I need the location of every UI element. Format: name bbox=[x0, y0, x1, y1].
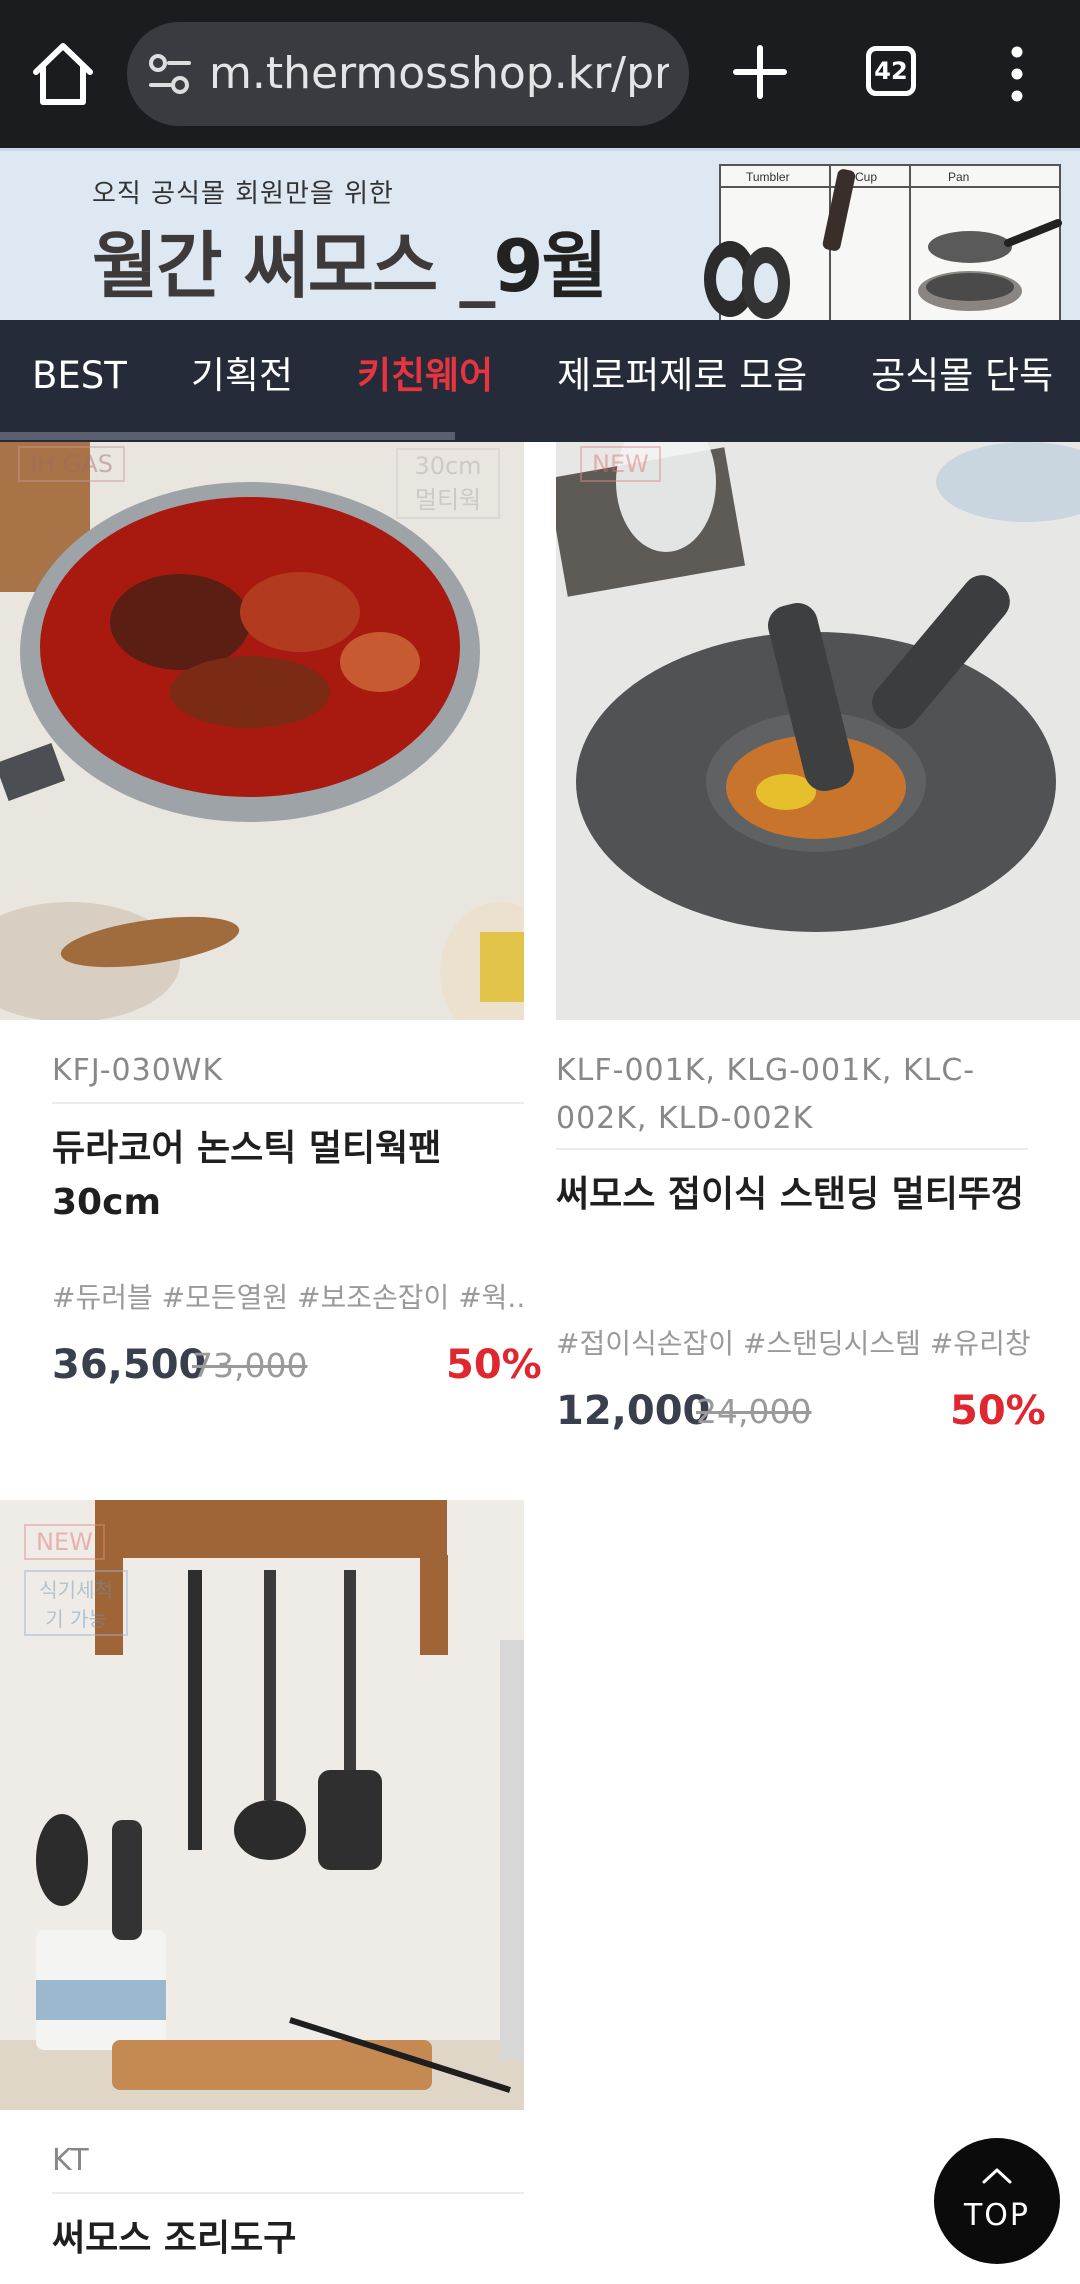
product-image[interactable] bbox=[556, 442, 1080, 1020]
product-original-price: 73,000 bbox=[192, 1346, 308, 1385]
category-nav: BEST 기획전 키친웨어 제로퍼제로 모음 공식몰 단독 bbox=[0, 320, 1080, 442]
product-discount: 50% bbox=[446, 1342, 542, 1388]
banner-subtitle: 오직 공식몰 회원만을 위한 bbox=[92, 179, 394, 209]
product-card-kitchen-tools[interactable]: NEW 식기세척기 가능 KT 써모스 조리도구 bbox=[0, 1500, 524, 2284]
banner-label-tumbler: Tumbler bbox=[746, 170, 790, 184]
product-price: 12,000 bbox=[556, 1388, 711, 1434]
product-model: KT bbox=[52, 2143, 90, 2178]
more-menu-icon[interactable] bbox=[1000, 44, 1034, 104]
product-model: KFJ-030WK bbox=[52, 1053, 224, 1088]
product-divider bbox=[52, 2192, 524, 2194]
url-text[interactable]: m.thermosshop.kr/prc bbox=[209, 46, 669, 102]
banner-title: 월간 써모스 _9월 bbox=[92, 207, 608, 312]
new-tab-icon[interactable] bbox=[730, 42, 790, 102]
product-model: KLF-001K, KLG-001K, KLC-002K, KLD-002K bbox=[556, 1053, 976, 1136]
badge-dishwasher-safe: 식기세척기 가능 bbox=[24, 1570, 128, 1636]
product-divider bbox=[556, 1148, 1028, 1150]
category-tab-zero-per-zero[interactable]: 제로퍼제로 모음 bbox=[525, 320, 839, 432]
browser-toolbar: m.thermosshop.kr/prc 42 bbox=[0, 0, 1080, 148]
banner-title-month: 9월 bbox=[493, 224, 607, 308]
category-tab-best[interactable]: BEST bbox=[0, 320, 159, 432]
banner-product-illustration: Tumbler Cup Pan bbox=[704, 164, 1062, 320]
scroll-to-top-label: TOP bbox=[963, 2198, 1031, 2233]
product-tags: #듀러블 #모든열원 #보조손잡이 #웍... bbox=[52, 1281, 524, 1314]
product-card-multi-lid[interactable]: NEW KLF-001K, KLG-001K, KLC-002K, KLD-00… bbox=[556, 442, 1080, 1462]
banner-title-main: 월간 써모스 bbox=[92, 224, 438, 308]
badge-new: NEW bbox=[580, 446, 661, 482]
product-discount: 50% bbox=[950, 1388, 1046, 1434]
banner-label-pan: Pan bbox=[948, 170, 969, 184]
category-tab-special[interactable]: 기획전 bbox=[159, 320, 325, 432]
product-name[interactable]: 써모스 접이식 스탠딩 멀티뚜껑 bbox=[556, 1168, 1036, 1222]
product-name[interactable]: 써모스 조리도구 bbox=[52, 2212, 512, 2266]
category-tab-kitchenware[interactable]: 키친웨어 bbox=[325, 320, 525, 432]
product-original-price: 24,000 bbox=[696, 1392, 812, 1431]
scroll-to-top-button[interactable]: TOP bbox=[934, 2138, 1060, 2264]
product-tags: #접이식손잡이 #스탠딩시스템 #유리창 bbox=[556, 1327, 1031, 1360]
category-nav-scroll-indicator bbox=[0, 432, 455, 440]
product-image[interactable] bbox=[0, 442, 524, 1020]
badge-size: 30cm 멀티웍 bbox=[396, 448, 500, 519]
category-tab-exclusive[interactable]: 공식몰 단독 bbox=[839, 320, 1080, 432]
category-nav-items: BEST 기획전 키친웨어 제로퍼제로 모음 공식몰 단독 bbox=[0, 320, 1080, 432]
banner-title-dash: _ bbox=[459, 224, 495, 308]
product-card-wok-pan[interactable]: IH GAS 30cm 멀티웍 KFJ-030WK 듀라코어 논스틱 멀티웍팬 … bbox=[0, 442, 542, 1462]
product-price: 36,500 bbox=[52, 1342, 207, 1388]
chevron-up-icon bbox=[982, 2168, 1012, 2184]
tab-switcher-button[interactable]: 42 bbox=[866, 46, 916, 96]
badge-new: NEW bbox=[24, 1524, 105, 1560]
banner-label-cup: Cup bbox=[855, 170, 877, 184]
product-name[interactable]: 듀라코어 논스틱 멀티웍팬 30cm bbox=[52, 1122, 472, 1230]
address-bar[interactable]: m.thermosshop.kr/prc bbox=[127, 22, 689, 126]
home-icon[interactable] bbox=[30, 38, 96, 110]
product-divider bbox=[52, 1102, 524, 1104]
site-settings-icon[interactable] bbox=[147, 52, 193, 96]
promo-banner[interactable]: 오직 공식몰 회원만을 위한 월간 써모스 _9월 Tumbler Cup Pa… bbox=[0, 148, 1080, 320]
badge-ih-gas: IH GAS bbox=[18, 446, 126, 482]
